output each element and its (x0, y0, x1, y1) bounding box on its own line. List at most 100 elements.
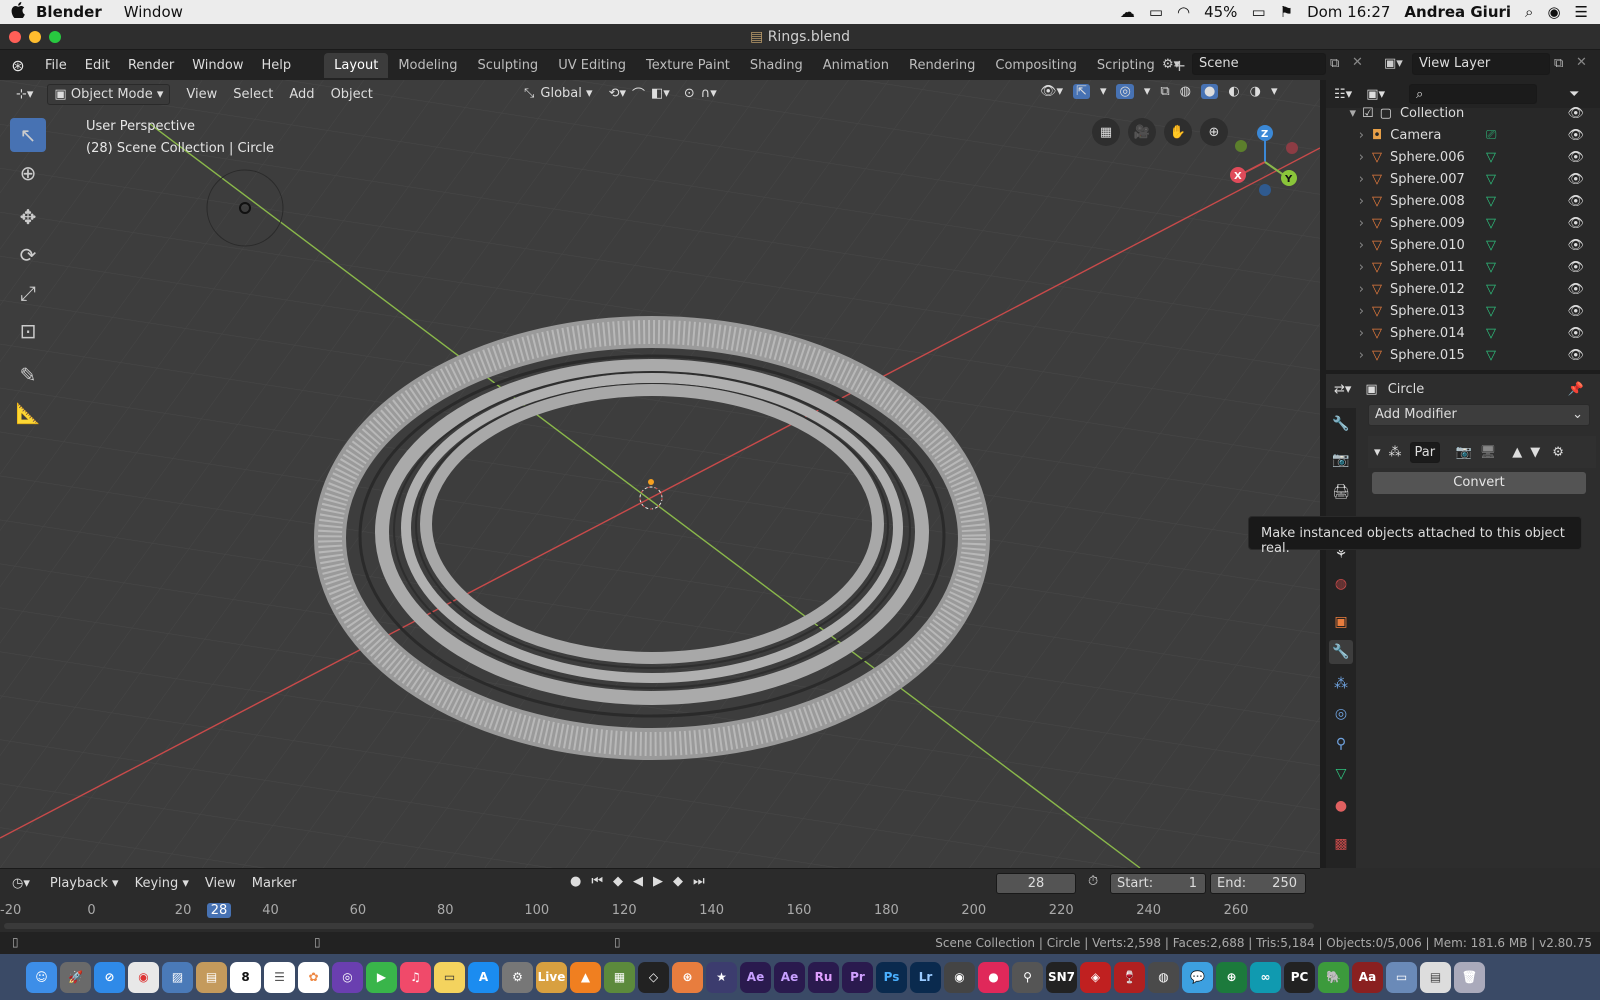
move-tool-icon[interactable]: ✥ (10, 200, 46, 234)
show-in-render-icon[interactable]: 📷 (1456, 445, 1472, 460)
evernote-icon[interactable]: 🐘 (1318, 961, 1349, 993)
jump-end-icon[interactable]: ⏭ (693, 874, 705, 889)
editor-type-icon[interactable]: ⊹▾ (8, 84, 41, 105)
mesh-data-icon[interactable]: ▽ (1486, 260, 1496, 275)
view-layer-icon[interactable]: ▣▾ (1384, 56, 1403, 71)
stickies-icon[interactable]: ▭ (434, 961, 465, 993)
globe-icon[interactable]: ⊕ (1216, 961, 1247, 993)
wireframe-shading-icon[interactable]: ◍ (1180, 84, 1191, 99)
outliner-row[interactable]: › ▽ Sphere.014 ▽ 👁 (1326, 322, 1600, 344)
orientation-dropdown[interactable]: Global ▾ (540, 86, 592, 101)
expand-arrow-icon[interactable]: › (1326, 304, 1364, 319)
camera-app-icon[interactable]: ◉ (944, 961, 975, 993)
timeline-scrollbar[interactable] (4, 923, 1314, 929)
shading-dropdown-icon[interactable]: ▾ (1271, 84, 1278, 99)
creative-cloud-icon[interactable]: ☁ (1120, 3, 1135, 21)
dictionary-icon[interactable]: Aa (1352, 961, 1383, 993)
tab-texture-paint[interactable]: Texture Paint (636, 53, 740, 78)
blender-logo-icon[interactable]: ⊛ (0, 56, 36, 75)
gizmo-dropdown-icon[interactable]: ▾ (1100, 84, 1107, 99)
premiere-icon[interactable]: Pr (842, 961, 873, 993)
transform-tool-icon[interactable]: ⊡ (10, 314, 46, 348)
scene-selector-icon[interactable]: ⚙▾ (1162, 57, 1180, 72)
overlay-dropdown-icon[interactable]: ▾ (1144, 84, 1151, 99)
tool-tab-icon[interactable]: 🔧 (1329, 412, 1353, 436)
notification-center-icon[interactable]: ☰ (1575, 3, 1588, 21)
camera-data-icon[interactable]: ⎚ (1486, 128, 1496, 143)
tab-modeling[interactable]: Modeling (388, 53, 467, 78)
outliner-row[interactable]: › ◘ Camera ⎚ 👁 (1326, 124, 1600, 146)
trash-icon[interactable]: 🗑 (1454, 961, 1485, 993)
move-up-icon[interactable]: ▲ (1512, 445, 1522, 460)
minecraft-icon[interactable]: ▦ (604, 961, 635, 993)
collapse-arrow-icon[interactable]: ▾ (1374, 445, 1381, 460)
show-in-viewport-icon[interactable]: 🖥 (1480, 445, 1497, 460)
menu-render[interactable]: Render (119, 58, 183, 73)
sketchup-icon[interactable]: ◈ (1080, 961, 1111, 993)
photos-icon[interactable]: ✿ (298, 961, 329, 993)
outliner-search-input[interactable]: ⌕ (1409, 84, 1537, 104)
tab-rendering[interactable]: Rendering (899, 53, 985, 78)
outliner-editor-type-icon[interactable]: ☷▾ (1334, 87, 1352, 102)
data-tab-icon[interactable]: ▽ (1329, 762, 1353, 786)
measure-tool-icon[interactable]: 📐 (10, 396, 46, 430)
mesh-data-icon[interactable]: ▽ (1486, 150, 1496, 165)
rotate-tool-icon[interactable]: ⟳ (10, 238, 46, 272)
mesh-data-icon[interactable]: ▽ (1486, 194, 1496, 209)
physics-tab-icon[interactable]: ◎ (1329, 702, 1353, 726)
snap-target-icon[interactable]: ◧▾ (651, 86, 670, 101)
falloff-icon[interactable]: ∩▾ (701, 86, 717, 101)
eye-icon[interactable]: 👁 (1567, 348, 1584, 363)
expand-arrow-icon[interactable]: › (1326, 348, 1364, 363)
select-box-tool-icon[interactable]: ↖ (10, 118, 46, 152)
battery-icon[interactable]: ▭ (1251, 3, 1265, 21)
notes-icon[interactable]: ▤ (196, 961, 227, 993)
rush-icon[interactable]: Ru (808, 961, 839, 993)
3d-viewport[interactable]: Z X Y ⊹▾ ▣ Object Mode ▾ View Select Add… (0, 80, 1320, 868)
mesh-data-icon[interactable]: ▽ (1486, 282, 1496, 297)
annotate-tool-icon[interactable]: ✎ (10, 358, 46, 392)
spotlight-icon[interactable]: ⌕ (1525, 3, 1533, 21)
eye-icon[interactable]: 👁 (1567, 304, 1584, 319)
modifier-tab-icon[interactable]: 🔧 (1329, 640, 1353, 664)
add-modifier-dropdown[interactable]: Add Modifier ⌄ (1368, 404, 1590, 426)
delete-view-layer-icon[interactable]: ✕ (1576, 55, 1587, 70)
viewport-menu-select[interactable]: Select (225, 84, 281, 105)
xray-icon[interactable]: ⧉ (1160, 84, 1169, 99)
outliner-row[interactable]: › ▽ Sphere.013 ▽ 👁 (1326, 300, 1600, 322)
properties-editor-type-icon[interactable]: ⇄▾ (1334, 382, 1351, 397)
arduino-icon[interactable]: ∞ (1250, 961, 1281, 993)
scene-field[interactable]: Scene (1192, 53, 1326, 75)
siri-icon[interactable]: ◎ (332, 961, 363, 993)
move-down-icon[interactable]: ▼ (1530, 445, 1540, 460)
visibility-icon[interactable]: 👁▾ (1040, 84, 1063, 99)
outliner-row[interactable]: › ▽ Sphere.011 ▽ 👁 (1326, 256, 1600, 278)
expand-arrow-icon[interactable]: › (1326, 150, 1364, 165)
eye-icon[interactable]: 👁 (1567, 194, 1584, 209)
mesh-data-icon[interactable]: ▽ (1486, 304, 1496, 319)
outliner-row[interactable]: › ▽ Sphere.007 ▽ 👁 (1326, 168, 1600, 190)
unity-icon[interactable]: ◇ (638, 961, 669, 993)
end-frame-field[interactable]: End: 250 (1210, 873, 1306, 894)
viewport-menu-add[interactable]: Add (281, 84, 322, 105)
pan-hand-icon[interactable]: ✋ (1164, 118, 1192, 146)
appstore-icon[interactable]: A (468, 961, 499, 993)
timeline-menu-view[interactable]: View (197, 873, 244, 894)
mesh-data-icon[interactable]: ▽ (1486, 238, 1496, 253)
tab-scripting[interactable]: Scripting (1087, 53, 1165, 78)
modifier-options-icon[interactable]: ⚙ (1552, 445, 1564, 460)
timeline-menu-playback[interactable]: Playback ▾ (42, 873, 127, 894)
object-tab-icon[interactable]: ▣ (1329, 610, 1353, 634)
tab-sculpting[interactable]: Sculpting (467, 53, 548, 78)
outliner-row-collection[interactable]: ▾ ☑ ▢ Collection 👁 (1326, 102, 1600, 124)
object-mode-dropdown[interactable]: ▣ Object Mode ▾ (47, 83, 171, 105)
play-reverse-icon[interactable]: ◀ (633, 874, 643, 889)
clock[interactable]: Dom 16:27 (1307, 3, 1390, 21)
pycharm-icon[interactable]: PC (1284, 961, 1315, 993)
material-shading-icon[interactable]: ◐ (1228, 84, 1239, 99)
reminders-icon[interactable]: ☰ (264, 961, 295, 993)
eye-icon[interactable]: 👁 (1567, 238, 1584, 253)
siri-icon[interactable]: ◉ (1547, 3, 1560, 21)
blender-icon[interactable]: ⊛ (672, 961, 703, 993)
scale-tool-icon[interactable]: ⤢ (10, 276, 46, 310)
